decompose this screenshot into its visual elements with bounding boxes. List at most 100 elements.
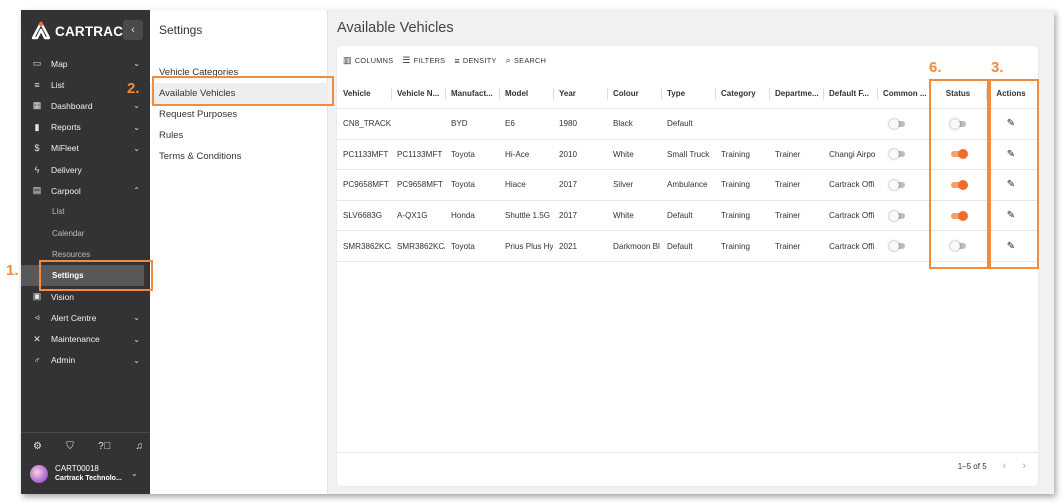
column-header-vehicle-n[interactable]: Vehicle N... [391,79,445,108]
cell-type: Small Truck [667,149,710,159]
cell-colour: White [613,149,634,159]
shield-icon[interactable]: ⛉ [66,441,74,452]
chevron-down-icon[interactable]: ⌄ [133,101,140,110]
filters-button[interactable]: ☰ FILTERS [402,55,445,66]
pagination: 1–5 of 5 ‹ › [958,460,1026,472]
chevron-down-icon[interactable]: ⌄ [133,313,140,322]
column-header-default-f[interactable]: Default F... [823,79,877,108]
chevron-down-icon[interactable]: ⌄ [133,144,140,153]
cell-vehicle: SMR3862KC/ [343,241,391,251]
column-header-colour[interactable]: Colour [607,79,661,108]
common-toggle[interactable] [889,210,906,221]
sidebar-item-label: List [51,79,65,90]
sidebar-item-mifleet[interactable]: $ MiFleet ⌄ [21,138,150,159]
collapse-sidebar-button[interactable]: ‹ [123,20,143,40]
cartrack-logo-icon [31,21,51,40]
cell-common [877,109,930,139]
cell-vehicle-n: PC9658MFT [397,180,443,190]
common-toggle[interactable] [889,118,906,129]
settings-item-request-purposes[interactable]: Request Purposes [150,104,328,125]
cell-type: Default [667,211,693,221]
calendar-icon: ▤ [32,185,42,196]
column-header-manufacturer[interactable]: Manufact... [445,79,499,108]
cell-colour: Black [613,119,633,129]
column-header-year[interactable]: Year [553,79,607,108]
settings-item-rules[interactable]: Rules [150,125,328,146]
column-header-category[interactable]: Category [715,79,769,108]
chevron-down-icon[interactable]: ⌄ [131,469,138,478]
user-profile[interactable]: CART00018 Cartrack Technolo... [30,463,122,484]
cell-category: Training [721,180,750,190]
toggle-knob [889,179,899,190]
cell-year: 2010 [559,149,578,159]
cell-vehicle-n: SMR3862KC/ [397,241,445,251]
column-header-type[interactable]: Type [661,79,715,108]
help-icon[interactable]: ?⃝ [98,441,111,452]
search-icon: ⌕ [505,55,511,65]
toggle-knob [889,118,899,129]
cell-manufacturer: BYD [451,119,468,129]
cell-vehicle-n: PC1133MFT [397,149,443,159]
sidebar-item-alert-centre[interactable]: ◃ Alert Centre ⌄ [21,307,150,328]
cell-department: Trainer [775,180,801,190]
chevron-down-icon[interactable]: ⌄ [133,335,140,344]
dashboard-icon: ▦ [32,100,42,111]
sidebar-item-dashboard[interactable]: ▦ Dashboard ⌄ [21,95,150,116]
sidebar-item-map[interactable]: ▭ Map ⌄ [21,53,150,74]
density-button[interactable]: ≡ DENSITY [454,55,496,66]
chevron-up-icon[interactable]: ⌃ [133,186,140,195]
user-company: Cartrack Technolo... [55,475,122,482]
annotation-step-2: 2. [127,80,140,97]
chevron-down-icon[interactable]: ⌄ [133,356,140,365]
cell-vehicle-n: A-QX1G [397,211,428,221]
cell-year: 2017 [559,211,578,221]
sidebar-item-admin[interactable]: ♂ Admin ⌄ [21,350,150,371]
wrench-icon: ✕ [33,333,41,344]
sidebar-subitem-calendar[interactable]: Calendar [21,223,150,244]
sidebar-item-carpool[interactable]: ▤ Carpool ⌃ [21,180,150,201]
sidebar-item-reports[interactable]: ▮ Reports ⌄ [21,117,150,138]
column-header-model[interactable]: Model [499,79,553,108]
cell-manufacturer: Toyota [451,241,475,251]
filter-icon: ☰ [402,55,411,65]
cell-type: Default [667,241,693,251]
common-toggle[interactable] [889,241,906,252]
cell-category: Training [721,241,750,251]
cell-vehicle: PC9658MFT [343,180,389,190]
annotation-box-status [929,79,989,269]
dollar-icon: $ [34,143,40,154]
brand-logo[interactable]: CARTRACK [31,20,133,42]
annotation-box-actions [989,79,1039,269]
cell-default-f [823,109,877,139]
chevron-down-icon[interactable]: ⌄ [133,123,140,132]
common-toggle[interactable] [889,179,906,190]
sidebar-footer: ⚙ ⛉ ?⃝ ♫ CART00018 Cartrack Technolo... … [21,432,150,494]
sidebar-subitem-list[interactable]: List [21,201,150,222]
sidebar-item-maintenance[interactable]: ✕ Maintenance ⌄ [21,328,150,349]
video-icon: ▣ [32,291,42,302]
sidebar-item-label: Vision [51,291,74,302]
search-button[interactable]: ⌕ SEARCH [506,55,547,66]
chevron-right-icon[interactable]: › [1022,460,1026,472]
settings-item-terms-conditions[interactable]: Terms & Conditions [150,146,328,167]
cell-category: Training [721,149,750,159]
annotation-step-6: 6. [929,59,942,76]
columns-button[interactable]: ▥ COLUMNS [343,55,393,66]
column-header-common[interactable]: Common ... [877,79,930,108]
cell-vehicle: CN8_TRACKE [343,119,391,129]
settings-icon[interactable]: ⚙ [33,441,42,452]
cell-colour: Silver [613,180,634,190]
cell-default-f: Changi Airpo [829,149,876,159]
cell-department: Trainer [775,241,801,251]
bell-icon[interactable]: ♫ [135,441,143,452]
column-header-department[interactable]: Departme... [769,79,823,108]
chevron-left-icon[interactable]: ‹ [1003,460,1007,472]
avatar [30,464,48,483]
common-toggle[interactable] [889,149,906,160]
sidebar-item-label: Reports [51,122,81,133]
column-header-vehicle[interactable]: Vehicle [337,79,391,108]
cell-colour: White [613,211,634,221]
sidebar-item-label: Maintenance [51,334,100,345]
chevron-down-icon[interactable]: ⌄ [133,59,140,68]
sidebar-item-delivery[interactable]: ϟ Delivery [21,159,150,180]
